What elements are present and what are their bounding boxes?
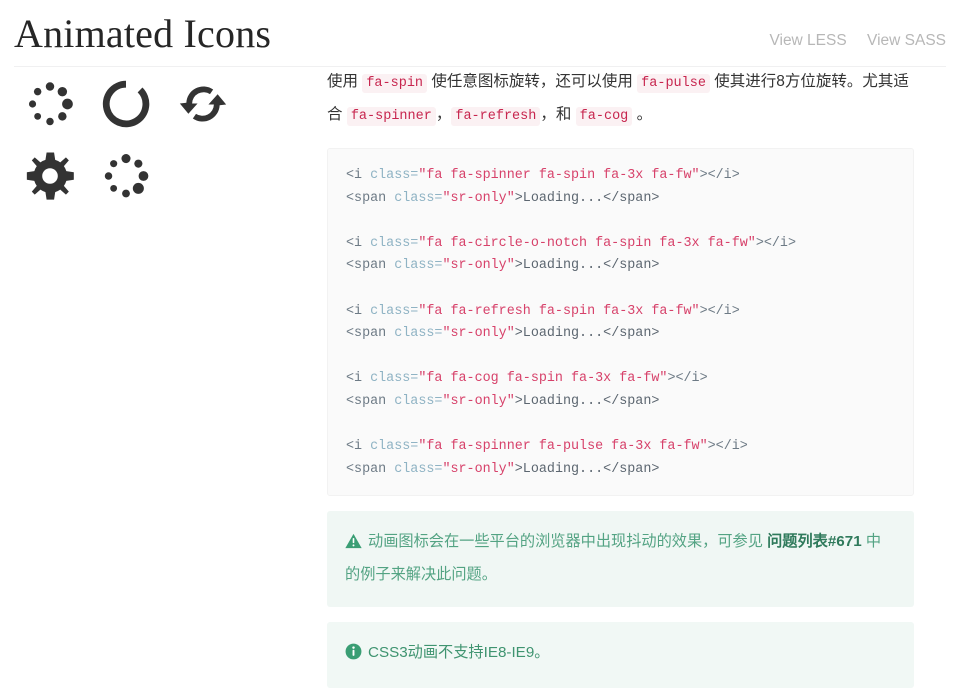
code-attr-value: "sr-only"	[442, 258, 515, 274]
code-tag-close: ></i>	[667, 371, 708, 387]
code-text: >Loading...</span>	[514, 326, 660, 342]
code-attr-value: "sr-only"	[442, 461, 515, 477]
intro-text-6: 。	[632, 106, 653, 123]
code-tag-open: <i	[346, 439, 371, 455]
info-circle-icon	[345, 641, 362, 671]
code-tag-open: <span	[346, 461, 395, 477]
code-attr-name: class=	[370, 439, 419, 455]
code-attr-value: "fa fa-spinner fa-pulse fa-3x fa-fw"	[418, 439, 708, 455]
code-attr-value: "sr-only"	[442, 393, 515, 409]
info-alert: CSS3动画不支持IE8-IE9。	[327, 622, 914, 689]
code-attr-name: class=	[394, 461, 443, 477]
inline-code-fa-cog: fa-cog	[575, 107, 633, 126]
intro-text-2: 使任意图标旋转，还可以使用	[427, 73, 638, 90]
header-links: View LESS View SASS	[753, 32, 946, 50]
fa-spinner-pulse-icon	[90, 150, 162, 222]
code-line: <i class="fa fa-refresh fa-spin fa-3x fa…	[346, 301, 895, 324]
code-attr-name: class=	[394, 326, 443, 342]
fa-refresh-spin-icon	[167, 78, 239, 150]
code-tag-close: ></i>	[699, 168, 740, 183]
code-text: >Loading...</span>	[514, 461, 660, 477]
code-line: <span class="sr-only">Loading...</span>	[346, 255, 895, 278]
inline-code-fa-spinner: fa-spinner	[346, 107, 436, 126]
code-text: >Loading...</span>	[514, 393, 660, 409]
code-line: <i class="fa fa-circle-o-notch fa-spin f…	[346, 233, 895, 256]
page-root: Animated Icons View LESS View SASS 使用 fa…	[0, 0, 960, 689]
page-header: Animated Icons View LESS View SASS	[0, 0, 960, 67]
content-column: 使用 fa-spin 使任意图标旋转，还可以使用 fa-pulse 使其进行8方…	[327, 66, 914, 689]
code-tag-open: <i	[346, 371, 371, 387]
code-attr-name: class=	[370, 235, 419, 251]
code-attr-name: class=	[370, 168, 419, 183]
code-tag-open: <i	[346, 303, 371, 319]
code-tag-close: ></i>	[707, 439, 748, 455]
warning-triangle-icon	[345, 530, 362, 560]
code-attr-name: class=	[370, 371, 419, 387]
view-less-link[interactable]: View LESS	[769, 32, 846, 49]
icon-row-1	[14, 78, 314, 150]
fa-cog-spin-icon	[14, 150, 86, 222]
intro-text-4: ，	[435, 106, 452, 123]
code-text: >Loading...</span>	[514, 190, 660, 206]
code-line: <span class="sr-only">Loading...</span>	[346, 459, 895, 482]
code-attr-value: "fa fa-circle-o-notch fa-spin fa-3x fa-f…	[418, 235, 756, 251]
code-line: <i class="fa fa-spinner fa-pulse fa-3x f…	[346, 436, 895, 459]
code-attr-value: "fa fa-refresh fa-spin fa-3x fa-fw"	[418, 303, 700, 319]
code-attr-name: class=	[394, 393, 443, 409]
code-line: <i class="fa fa-spinner fa-spin fa-3x fa…	[346, 165, 895, 188]
code-sample-block: <i class="fa fa-spinner fa-spin fa-3x fa…	[327, 148, 914, 497]
code-tag-close: ></i>	[755, 235, 797, 251]
code-attr-name: class=	[394, 258, 443, 274]
code-line: <i class="fa fa-cog fa-spin fa-3x fa-fw"…	[346, 368, 895, 391]
code-tag-open: <span	[346, 258, 395, 274]
inline-code-fa-pulse: fa-pulse	[637, 74, 710, 93]
code-tag-close: ></i>	[699, 303, 740, 319]
fa-circle-o-notch-spin-icon	[90, 78, 162, 150]
code-attr-name: class=	[370, 303, 419, 319]
info-text: CSS3动画不支持IE8-IE9。	[368, 644, 550, 662]
fa-spinner-spin-icon	[14, 78, 86, 150]
code-tag-open: <i	[346, 235, 371, 251]
view-sass-link[interactable]: View SASS	[867, 32, 946, 49]
code-attr-value: "fa fa-spinner fa-spin fa-3x fa-fw"	[418, 168, 700, 183]
code-line: <span class="sr-only">Loading...</span>	[346, 323, 895, 346]
warning-text-before: 动画图标会在一些平台的浏览器中出现抖动的效果，可参见	[368, 533, 768, 551]
intro-text-1: 使用	[327, 73, 363, 90]
code-attr-value: "sr-only"	[442, 326, 515, 342]
intro-text-5: ，和	[540, 106, 576, 123]
code-text: >Loading...</span>	[514, 258, 660, 274]
code-tag-open: <span	[346, 326, 395, 342]
page-title: Animated Icons	[14, 11, 272, 56]
code-line: <span class="sr-only">Loading...</span>	[346, 188, 895, 211]
issue-671-link[interactable]: 问题列表#671	[767, 533, 862, 550]
code-tag-open: <i	[346, 168, 371, 183]
warning-alert: 动画图标会在一些平台的浏览器中出现抖动的效果，可参见 问题列表#671 中的例子…	[327, 511, 914, 608]
code-tag-open: <span	[346, 393, 395, 409]
icon-row-2	[14, 150, 314, 222]
code-line: <span class="sr-only">Loading...</span>	[346, 391, 895, 414]
intro-paragraph: 使用 fa-spin 使任意图标旋转，还可以使用 fa-pulse 使其进行8方…	[327, 66, 914, 132]
code-tag-open: <span	[346, 190, 395, 206]
body-wrapper: 使用 fa-spin 使任意图标旋转，还可以使用 fa-pulse 使其进行8方…	[0, 66, 960, 689]
code-attr-name: class=	[394, 190, 443, 206]
code-attr-value: "fa fa-cog fa-spin fa-3x fa-fw"	[418, 371, 668, 387]
inline-code-fa-refresh: fa-refresh	[451, 107, 541, 126]
icon-preview-column	[14, 78, 314, 222]
code-attr-value: "sr-only"	[442, 190, 515, 206]
inline-code-fa-spin: fa-spin	[362, 74, 428, 93]
